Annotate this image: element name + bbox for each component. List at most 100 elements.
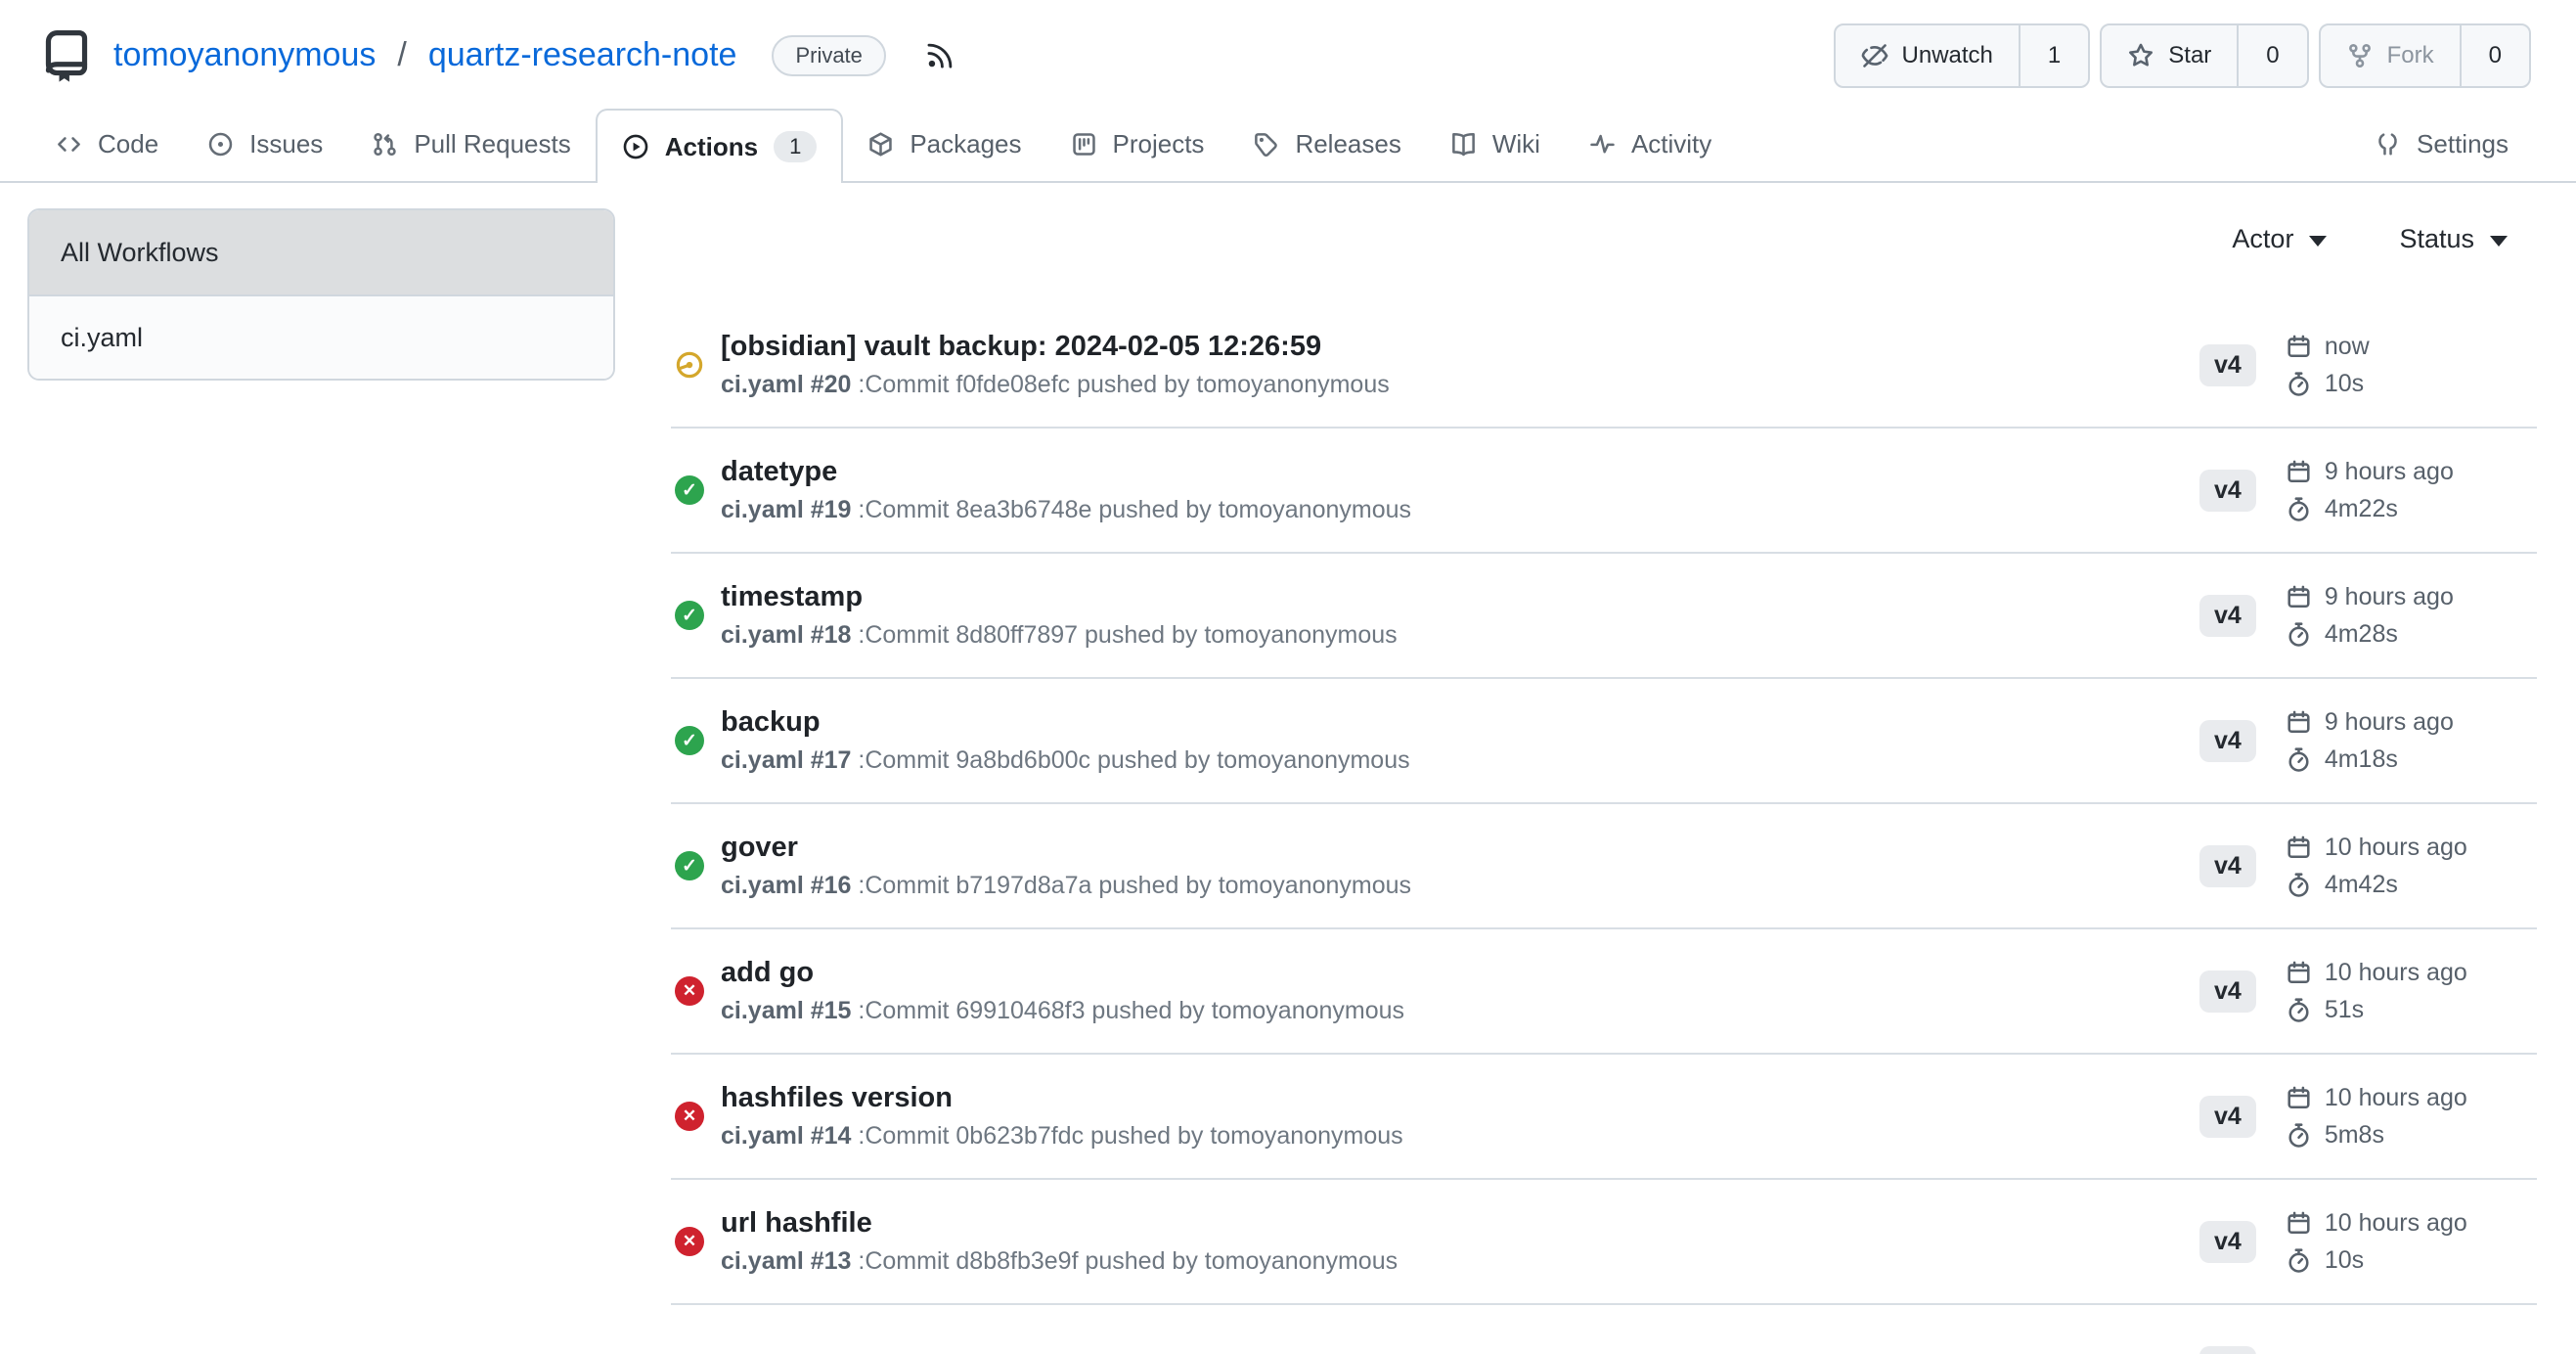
run-workflow-number: ci.yaml #19	[721, 496, 851, 523]
tab-issues[interactable]: Issues	[183, 107, 347, 181]
runner-version-badge: v4	[2199, 1346, 2256, 1354]
runner-version-badge: v4	[2199, 845, 2256, 887]
run-times: 9 hours ago4m18s	[2286, 708, 2454, 774]
github-actions-page: tomoyanonymous / quartz-research-note Pr…	[0, 0, 2576, 1354]
sidebar-item-label: All Workflows	[61, 238, 219, 268]
status-filter-dropdown[interactable]: Status	[2399, 224, 2508, 254]
run-title-link[interactable]: datetype	[721, 456, 1411, 488]
run-duration: 4m28s	[2286, 620, 2454, 649]
tag-icon	[1253, 131, 1279, 158]
star-button-label: Star	[2168, 42, 2211, 69]
stopwatch-icon	[2286, 1247, 2312, 1274]
run-commit-text: :Commit f0fde08efc pushed by tomoyanonym…	[858, 371, 1389, 398]
tab-pull-requests-label: Pull Requests	[414, 129, 570, 159]
tab-actions-label: Actions	[665, 132, 758, 162]
run-title-link[interactable]: backup	[721, 706, 1410, 739]
unwatch-button[interactable]: Unwatch 1	[1834, 23, 2091, 88]
workflow-run-row: datetype ci.yaml #19 :Commit 8ea3b6748e p…	[671, 429, 2537, 554]
tab-code-label: Code	[98, 129, 158, 159]
tab-activity-label: Activity	[1631, 129, 1711, 159]
run-meta: v49 hours ago4m18s	[2199, 708, 2537, 774]
stopwatch-icon	[2286, 746, 2312, 773]
run-title-link[interactable]: timestamp	[721, 581, 1398, 613]
tab-wiki[interactable]: Wiki	[1426, 107, 1565, 181]
code-icon	[56, 131, 82, 158]
tab-settings-label: Settings	[2417, 129, 2509, 159]
stopwatch-icon	[2286, 371, 2312, 397]
run-title-link[interactable]: hashfiles version	[721, 1082, 1403, 1114]
workflow-run-row: add cache againv410 hours ago	[671, 1305, 2537, 1354]
run-subtitle: ci.yaml #18 :Commit 8d80ff7897 pushed by…	[721, 621, 1398, 650]
run-title-link[interactable]: [obsidian] vault backup: 2024-02-05 12:2…	[721, 331, 1390, 363]
run-times: now10s	[2286, 333, 2370, 398]
tab-actions[interactable]: Actions 1	[596, 109, 844, 183]
fork-button-label: Fork	[2387, 42, 2434, 69]
sidebar-item-all-workflows[interactable]: All Workflows	[29, 210, 613, 294]
stopwatch-icon	[2286, 872, 2312, 898]
tab-packages[interactable]: Packages	[843, 107, 1045, 181]
runner-version-badge: v4	[2199, 1096, 2256, 1138]
run-subtitle: ci.yaml #17 :Commit 9a8bd6b00c pushed by…	[721, 746, 1410, 775]
run-started-time: 10 hours ago	[2286, 1209, 2467, 1238]
tab-settings[interactable]: Settings	[2350, 107, 2533, 181]
tab-releases[interactable]: Releases	[1228, 107, 1425, 181]
star-count[interactable]: 0	[2237, 25, 2306, 86]
stopwatch-icon	[2286, 496, 2312, 522]
run-meta: v49 hours ago4m28s	[2199, 583, 2537, 649]
repo-owner-link[interactable]: tomoyanonymous	[113, 36, 376, 74]
run-commit-text: :Commit 8ea3b6748e pushed by tomoyanonym…	[858, 496, 1411, 523]
run-commit-text: :Commit 9a8bd6b00c pushed by tomoyanonym…	[858, 746, 1409, 774]
workflow-run-row: [obsidian] vault backup: 2024-02-05 12:2…	[671, 303, 2537, 429]
tab-actions-counter-badge: 1	[774, 131, 817, 162]
run-commit-text: :Commit 0b623b7fdc pushed by tomoyanonym…	[858, 1122, 1402, 1150]
actor-filter-dropdown[interactable]: Actor	[2232, 224, 2327, 254]
pulse-icon	[1589, 131, 1616, 158]
tab-issues-label: Issues	[249, 129, 323, 159]
calendar-icon	[2286, 960, 2312, 986]
run-times: 9 hours ago4m28s	[2286, 583, 2454, 649]
runner-version-badge: v4	[2199, 470, 2256, 512]
project-icon	[1071, 131, 1097, 158]
unwatch-count[interactable]: 1	[2019, 25, 2088, 86]
actions-content: All Workflows ci.yaml Actor Status [obsid…	[0, 183, 2576, 1354]
pull-request-icon	[372, 131, 398, 158]
run-title-link[interactable]: add cache again	[721, 1351, 942, 1354]
fork-count[interactable]: 0	[2460, 25, 2529, 86]
tab-code[interactable]: Code	[31, 107, 183, 181]
repo-separator: /	[397, 36, 406, 74]
run-started-time: 9 hours ago	[2286, 458, 2454, 486]
run-duration: 10s	[2286, 370, 2370, 398]
run-duration: 4m42s	[2286, 871, 2467, 899]
calendar-icon	[2286, 709, 2312, 736]
run-text: backup ci.yaml #17 :Commit 9a8bd6b00c pus…	[721, 706, 1410, 775]
tab-pull-requests[interactable]: Pull Requests	[347, 107, 595, 181]
chevron-down-icon	[2490, 236, 2508, 247]
star-button[interactable]: Star 0	[2100, 23, 2308, 88]
run-status-failure-icon	[675, 1227, 704, 1256]
run-text: add cache again	[721, 1351, 942, 1354]
tab-projects[interactable]: Projects	[1046, 107, 1229, 181]
run-title-link[interactable]: add go	[721, 957, 1404, 989]
run-meta: v410 hours ago51s	[2199, 959, 2537, 1024]
run-commit-text: :Commit b7197d8a7a pushed by tomoyanonym…	[858, 872, 1411, 899]
run-meta: v49 hours ago4m22s	[2199, 458, 2537, 523]
calendar-icon	[2286, 459, 2312, 485]
runner-version-badge: v4	[2199, 970, 2256, 1013]
run-status-success-icon	[675, 601, 704, 630]
run-title-link[interactable]: url hashfile	[721, 1207, 1398, 1240]
repo-name-link[interactable]: quartz-research-note	[428, 36, 737, 74]
workflow-run-row: add go ci.yaml #15 :Commit 69910468f3 pus…	[671, 929, 2537, 1055]
rss-feed-icon[interactable]	[925, 41, 955, 70]
run-title-link[interactable]: gover	[721, 832, 1411, 864]
tab-activity[interactable]: Activity	[1565, 107, 1736, 181]
status-filter-label: Status	[2399, 224, 2474, 254]
run-commit-text: :Commit 69910468f3 pushed by tomoyanonym…	[858, 997, 1404, 1024]
run-started-time: 10 hours ago	[2286, 959, 2467, 987]
unwatch-button-label: Unwatch	[1902, 42, 1993, 69]
sidebar-item-ci-yaml[interactable]: ci.yaml	[29, 294, 613, 379]
workflow-run-row: hashfiles version ci.yaml #14 :Commit 0b6…	[671, 1055, 2537, 1180]
workflows-sidebar: All Workflows ci.yaml	[27, 208, 615, 381]
run-workflow-number: ci.yaml #14	[721, 1122, 851, 1150]
fork-button[interactable]: Fork 0	[2319, 23, 2531, 88]
run-subtitle: ci.yaml #15 :Commit 69910468f3 pushed by…	[721, 997, 1404, 1025]
